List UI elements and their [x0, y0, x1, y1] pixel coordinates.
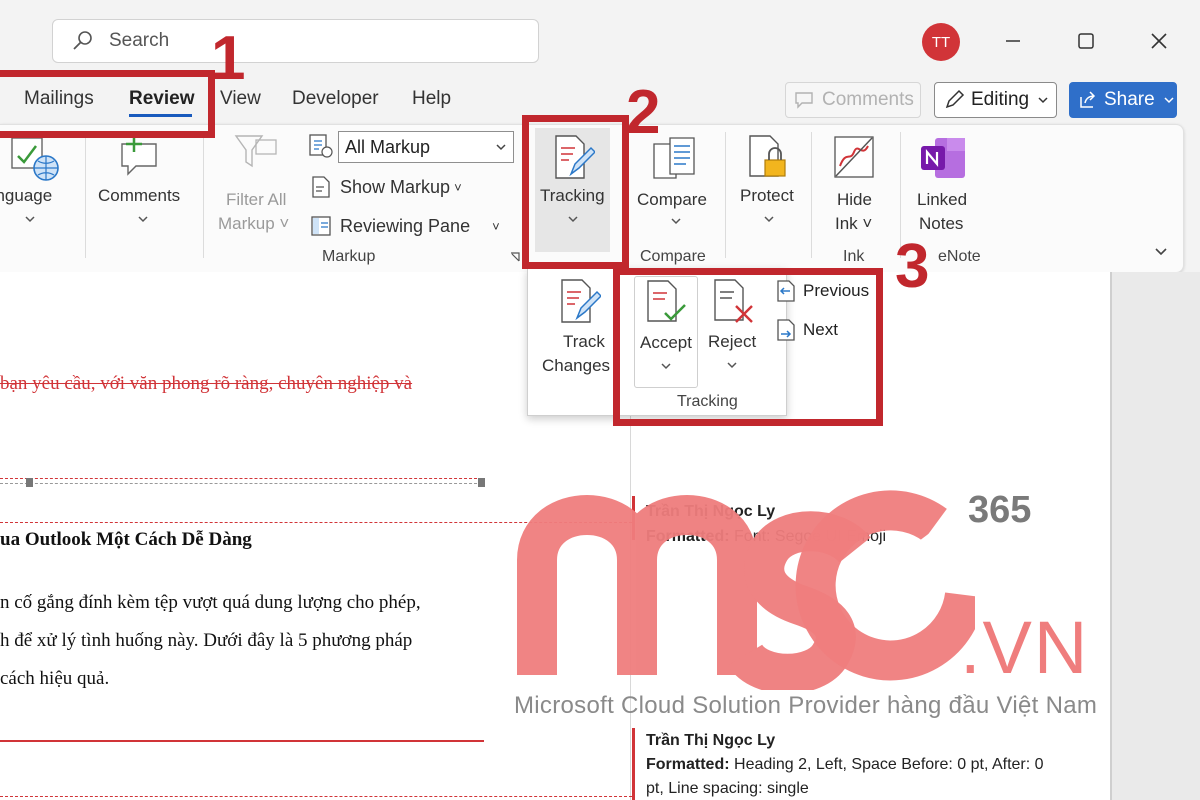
comments-ribbon-label: Comments: [98, 186, 181, 205]
search-box[interactable]: Search: [52, 19, 539, 63]
language-button[interactable]: anguage: [0, 132, 80, 232]
editing-button-label: Editing: [971, 89, 1030, 110]
comments-button-label: Comments: [822, 89, 914, 110]
filter-all-markup-button[interactable]: Filter All Markup ˅: [212, 132, 302, 242]
comment-icon: [795, 92, 813, 109]
comment-connector-line: [0, 796, 632, 797]
dialog-launcher-icon[interactable]: [509, 251, 521, 263]
horizontal-rule: [0, 478, 482, 484]
callout-number-3: 3: [895, 232, 930, 301]
editing-mode-button[interactable]: Editing: [934, 82, 1057, 118]
filter-markup-label-2: Markup ˅: [218, 214, 290, 233]
highlight-tracking-options: [613, 268, 883, 426]
minimize-icon[interactable]: [998, 26, 1028, 56]
ribbon-separator: [725, 132, 726, 258]
protect-button[interactable]: Protect: [733, 132, 805, 232]
paragraph-line-1: n cố gắng đính kèm tệp vượt quá dung lượ…: [0, 592, 421, 613]
linked-notes-button[interactable]: Linked Notes: [907, 132, 981, 242]
comment-bar: [632, 728, 635, 800]
track-changes-label-1: Track: [563, 332, 605, 351]
resize-handle[interactable]: [26, 478, 33, 487]
paragraph-line-2: h để xử lý tình huống này. Dưới đây là 5…: [0, 630, 413, 651]
chevron-down-icon: [1164, 97, 1174, 104]
chevron-down-icon: [671, 218, 681, 225]
reviewing-pane-label: Reviewing Pane: [340, 215, 471, 236]
chevron-down-icon: [25, 216, 35, 223]
comment-author: Trần Thị Ngọc Ly: [646, 732, 776, 749]
track-changes-button[interactable]: Track Changes: [535, 276, 613, 396]
reviewing-pane-button[interactable]: Reviewing Pane ˅: [310, 211, 510, 241]
search-placeholder: Search: [109, 30, 170, 51]
change-bar: [0, 740, 484, 742]
track-changes-icon: [561, 279, 601, 323]
hide-ink-icon: [834, 136, 874, 178]
scrollbar[interactable]: [1110, 272, 1112, 800]
language-label: anguage: [0, 186, 53, 205]
comments-button[interactable]: Comments: [785, 82, 921, 118]
highlight-tracking-button: [522, 115, 629, 269]
filter-markup-icon: [234, 135, 277, 168]
markup-select-value: All Markup: [345, 136, 431, 157]
mso-logo: [517, 490, 975, 690]
search-icon: [73, 31, 92, 50]
callout-number-1: 1: [211, 24, 246, 93]
protect-label: Protect: [740, 186, 794, 205]
lock-document-icon: [749, 135, 786, 177]
ribbon-separator: [85, 132, 86, 258]
tab-help[interactable]: Help: [412, 88, 451, 110]
display-for-review-select[interactable]: All Markup: [338, 131, 514, 163]
chevron-down-icon: [1038, 97, 1048, 104]
compare-label: Compare: [637, 190, 707, 209]
show-markup-button[interactable]: Show Markup ˅: [310, 172, 480, 202]
chevron-down-icon: [496, 144, 506, 151]
resize-handle[interactable]: [478, 478, 485, 487]
compare-button[interactable]: Compare: [630, 132, 720, 232]
hide-ink-button[interactable]: Hide Ink ˅: [818, 132, 894, 242]
watermark-tagline: Microsoft Cloud Solution Provider hàng đ…: [514, 692, 1098, 719]
reviewing-pane-icon: [311, 216, 331, 236]
show-markup-icon: [312, 176, 330, 198]
tab-developer[interactable]: Developer: [292, 88, 379, 110]
maximize-icon[interactable]: [1071, 26, 1101, 56]
onenote-group-label: eNote: [938, 248, 981, 265]
ribbon-separator: [811, 132, 812, 258]
paragraph-line-3: cách hiệu quả.: [0, 668, 110, 689]
document-gutter: [1110, 272, 1200, 800]
avatar[interactable]: TT: [922, 23, 960, 61]
callout-number-2: 2: [626, 78, 661, 147]
filter-markup-label-1: Filter All: [226, 190, 287, 209]
close-icon[interactable]: [1144, 26, 1174, 56]
watermark-365: 365: [968, 489, 1032, 531]
ink-group-label: Ink: [843, 248, 865, 265]
share-button[interactable]: Share: [1069, 82, 1177, 118]
share-icon: [1080, 91, 1096, 108]
comment-detail-cont: pt, Line spacing: single: [646, 780, 809, 797]
watermark-domain: .VN: [960, 606, 1090, 689]
comment-detail: Formatted: Heading 2, Left, Space Before…: [646, 756, 1044, 773]
linked-notes-label-1: Linked: [917, 190, 968, 209]
display-for-review-icon: [309, 134, 333, 158]
deleted-text-line: bạn yêu cầu, với văn phong rõ ràng, chuy…: [0, 373, 413, 394]
compare-group-label: Compare: [640, 248, 706, 265]
new-comment-icon: [121, 136, 157, 176]
chevron-down-icon: [764, 216, 774, 223]
onenote-icon: [921, 138, 965, 178]
track-changes-label-2: Changes: [542, 356, 611, 375]
markup-group-label: Markup: [322, 248, 376, 265]
show-markup-label: Show Markup: [340, 176, 451, 197]
highlight-review-tab: [0, 70, 215, 138]
hide-ink-label-2: Ink ˅: [835, 214, 873, 233]
collapse-ribbon-icon[interactable]: [1154, 246, 1168, 258]
share-button-label: Share: [1104, 89, 1155, 110]
hide-ink-label-1: Hide: [837, 190, 872, 209]
ribbon-separator: [203, 132, 204, 258]
comments-ribbon-button[interactable]: Comments: [92, 132, 192, 232]
chevron-down-icon: [138, 216, 148, 223]
document-heading: ua Outlook Một Cách Dễ Dàng: [0, 529, 252, 550]
pencil-icon: [945, 89, 965, 109]
language-icon: [11, 137, 59, 181]
